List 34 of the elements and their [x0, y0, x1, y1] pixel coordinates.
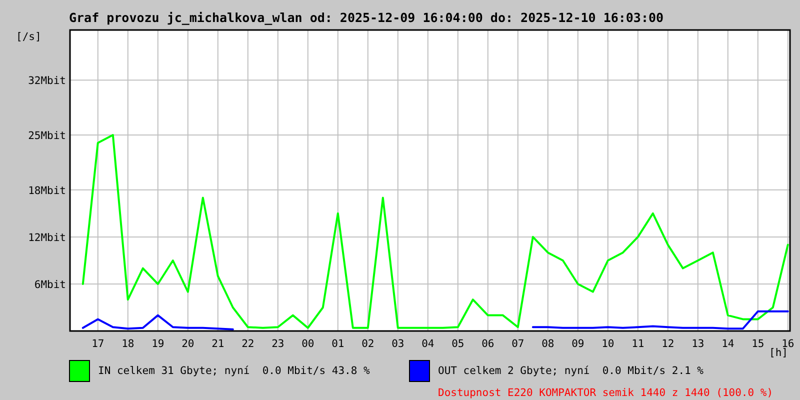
- x-axis-label: 22: [242, 338, 254, 350]
- y-axis-label: 12Mbit: [28, 232, 66, 244]
- x-axis-label: 04: [422, 338, 434, 350]
- x-axis-label: 09: [572, 338, 584, 350]
- x-axis-label: 17: [92, 338, 104, 350]
- x-axis-label: 02: [362, 338, 374, 350]
- x-axis-label: 15: [752, 338, 764, 350]
- x-axis-label: 11: [632, 338, 644, 350]
- x-axis-label: 08: [542, 338, 554, 350]
- y-axis-label: 18Mbit: [28, 184, 66, 197]
- x-axis-label: 13: [692, 338, 704, 350]
- x-axis-label: 06: [482, 338, 494, 350]
- x-axis-label: 23: [272, 338, 284, 350]
- x-axis-label: 20: [182, 338, 194, 350]
- x-axis-label: 10: [602, 338, 614, 350]
- y-axis-label: 32Mbit: [28, 75, 66, 88]
- x-axis-label: 14: [722, 338, 734, 350]
- x-axis-label: 07: [512, 338, 524, 350]
- x-axis-label: 01: [332, 338, 344, 350]
- x-axis-label: 03: [392, 338, 404, 350]
- y-axis-label: 6Mbit: [34, 278, 66, 291]
- x-axis-label: 19: [152, 338, 164, 350]
- chart-title: Graf provozu jc_michalkova_wlan od: 2025-12-09 16:04:00 do: 2025-12-10 16:03:00: [68, 9, 665, 27]
- x-axis-label: 05: [452, 338, 464, 350]
- x-axis-label: 12: [662, 338, 674, 350]
- y-axis-label: 25Mbit: [28, 130, 66, 142]
- legend-text: OUT celkem 2 Gbyte; nyní 0.0 Mbit/s 2.1 %: [438, 364, 705, 379]
- x-axis-label: 21: [212, 338, 224, 350]
- x-axis-label: 18: [122, 338, 134, 350]
- x-axis-label: 00: [302, 338, 314, 350]
- legend-text: IN celkem 31 Gbyte; nyní 0.0 Mbit/s 43.8 %: [98, 364, 370, 379]
- y-axis-unit: [/s]: [16, 31, 42, 43]
- x-axis-unit: [h]: [769, 347, 788, 359]
- availability-text: Dostupnost E220 KOMPAKTOR semik 1440 z 1440 (100.0 %): [438, 386, 774, 400]
